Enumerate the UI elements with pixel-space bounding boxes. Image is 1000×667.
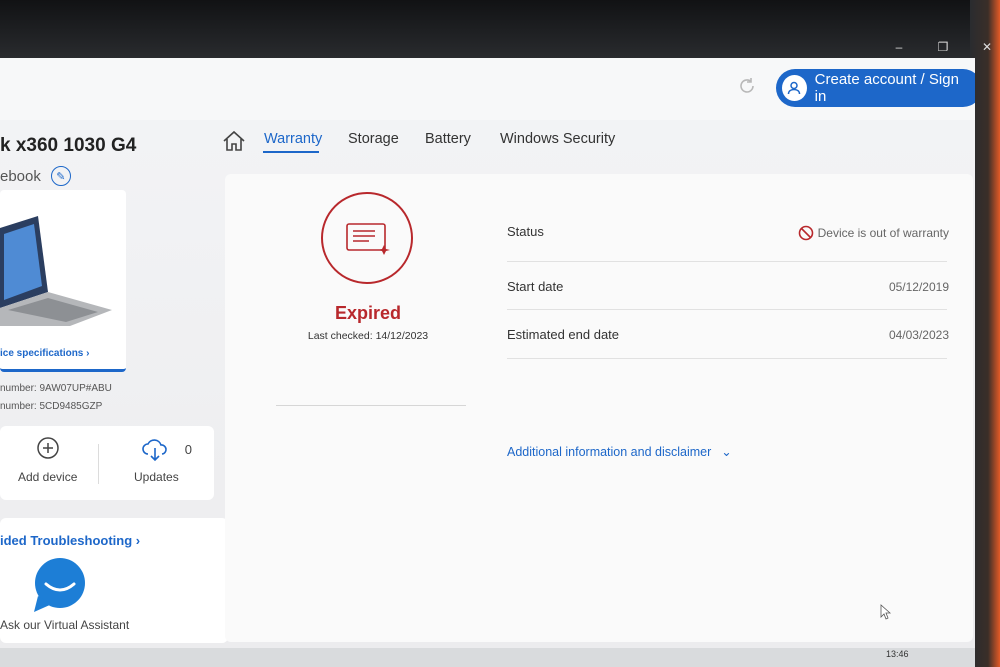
assistant-card: ided Troubleshooting › Ask our Virtual A… <box>0 518 228 643</box>
chevron-down-icon: ⌄ <box>721 445 732 459</box>
sign-in-button[interactable]: Create account / Sign in ▾ <box>776 69 975 107</box>
disclaimer-label: Additional information and disclaimer <box>507 444 712 459</box>
taskbar-clock: 13:46 <box>886 649 909 659</box>
status-value: Device is out of warranty <box>817 226 949 240</box>
top-bar: Create account / Sign in ▾ <box>0 58 975 120</box>
active-tab-indicator <box>263 151 319 153</box>
product-number: number: 9AW07UP#ABU <box>0 383 112 394</box>
updates-count: 0 <box>184 441 192 457</box>
start-date-value: 05/12/2019 <box>888 280 949 294</box>
end-date-value: 04/03/2023 <box>888 328 949 342</box>
add-device-button[interactable]: Add device <box>18 436 77 484</box>
taskbar: 13:46 <box>0 648 975 667</box>
cloud-download-icon <box>142 439 167 462</box>
serial-number: number: 5CD9485GZP <box>0 401 103 412</box>
edit-icon[interactable]: ✎ <box>50 166 71 186</box>
tab-battery[interactable]: Battery <box>425 131 471 147</box>
divider <box>507 261 947 262</box>
status-value-row: Device is out of warranty <box>798 225 949 241</box>
divider <box>276 405 466 406</box>
disclaimer-toggle[interactable]: Additional information and disclaimer ⌄ <box>507 444 732 460</box>
guided-troubleshooting-link[interactable]: ided Troubleshooting › <box>0 533 140 548</box>
certificate-icon <box>346 223 390 255</box>
chat-bubble-icon[interactable] <box>32 558 88 612</box>
user-icon <box>782 75 807 101</box>
maximize-button[interactable]: ❐ <box>936 40 950 54</box>
plus-circle-icon <box>36 437 59 459</box>
tab-warranty[interactable]: Warranty <box>264 131 322 147</box>
home-icon[interactable] <box>222 130 246 152</box>
close-button[interactable]: ✕ <box>980 40 994 54</box>
actions-card: Add device 0 Updates <box>0 426 214 500</box>
minimize-button[interactable]: – <box>892 40 906 54</box>
last-checked: Last checked: 14/12/2023 <box>307 330 429 342</box>
screen-bezel-top <box>0 0 1000 60</box>
device-title: k x360 1030 G4 <box>0 135 137 156</box>
end-date-label: Estimated end date <box>507 327 620 342</box>
tab-windows-security[interactable]: Windows Security <box>500 131 615 147</box>
device-subtitle: ebook <box>0 167 41 185</box>
refresh-icon[interactable] <box>737 76 757 96</box>
divider <box>98 444 99 484</box>
device-card[interactable]: ice specifications › <box>0 190 126 372</box>
divider <box>507 309 947 310</box>
status-label: Status <box>507 224 544 239</box>
mouse-cursor-icon <box>880 604 892 620</box>
start-date-label: Start date <box>507 279 564 294</box>
divider <box>507 358 947 359</box>
add-device-label: Add device <box>18 470 78 484</box>
device-subtitle-row: ebook ✎ <box>0 166 71 186</box>
virtual-assistant-label: Ask our Virtual Assistant <box>0 618 130 632</box>
warranty-badge <box>321 192 413 284</box>
warranty-state: Expired <box>334 303 402 323</box>
updates-button[interactable]: 0 Updates <box>134 436 199 484</box>
prohibited-icon <box>798 225 813 241</box>
laptop-image <box>0 216 112 326</box>
app-window: Create account / Sign in ▾ k x360 1030 G… <box>0 58 975 648</box>
window-controls: – ❐ ✕ <box>892 40 994 54</box>
tab-storage[interactable]: Storage <box>348 131 399 147</box>
warranty-panel: Expired Last checked: 14/12/2023 Status … <box>225 174 973 642</box>
sign-in-label: Create account / Sign in <box>814 71 959 105</box>
updates-label: Updates <box>134 470 179 484</box>
device-specifications-link[interactable]: ice specifications › <box>0 348 89 359</box>
